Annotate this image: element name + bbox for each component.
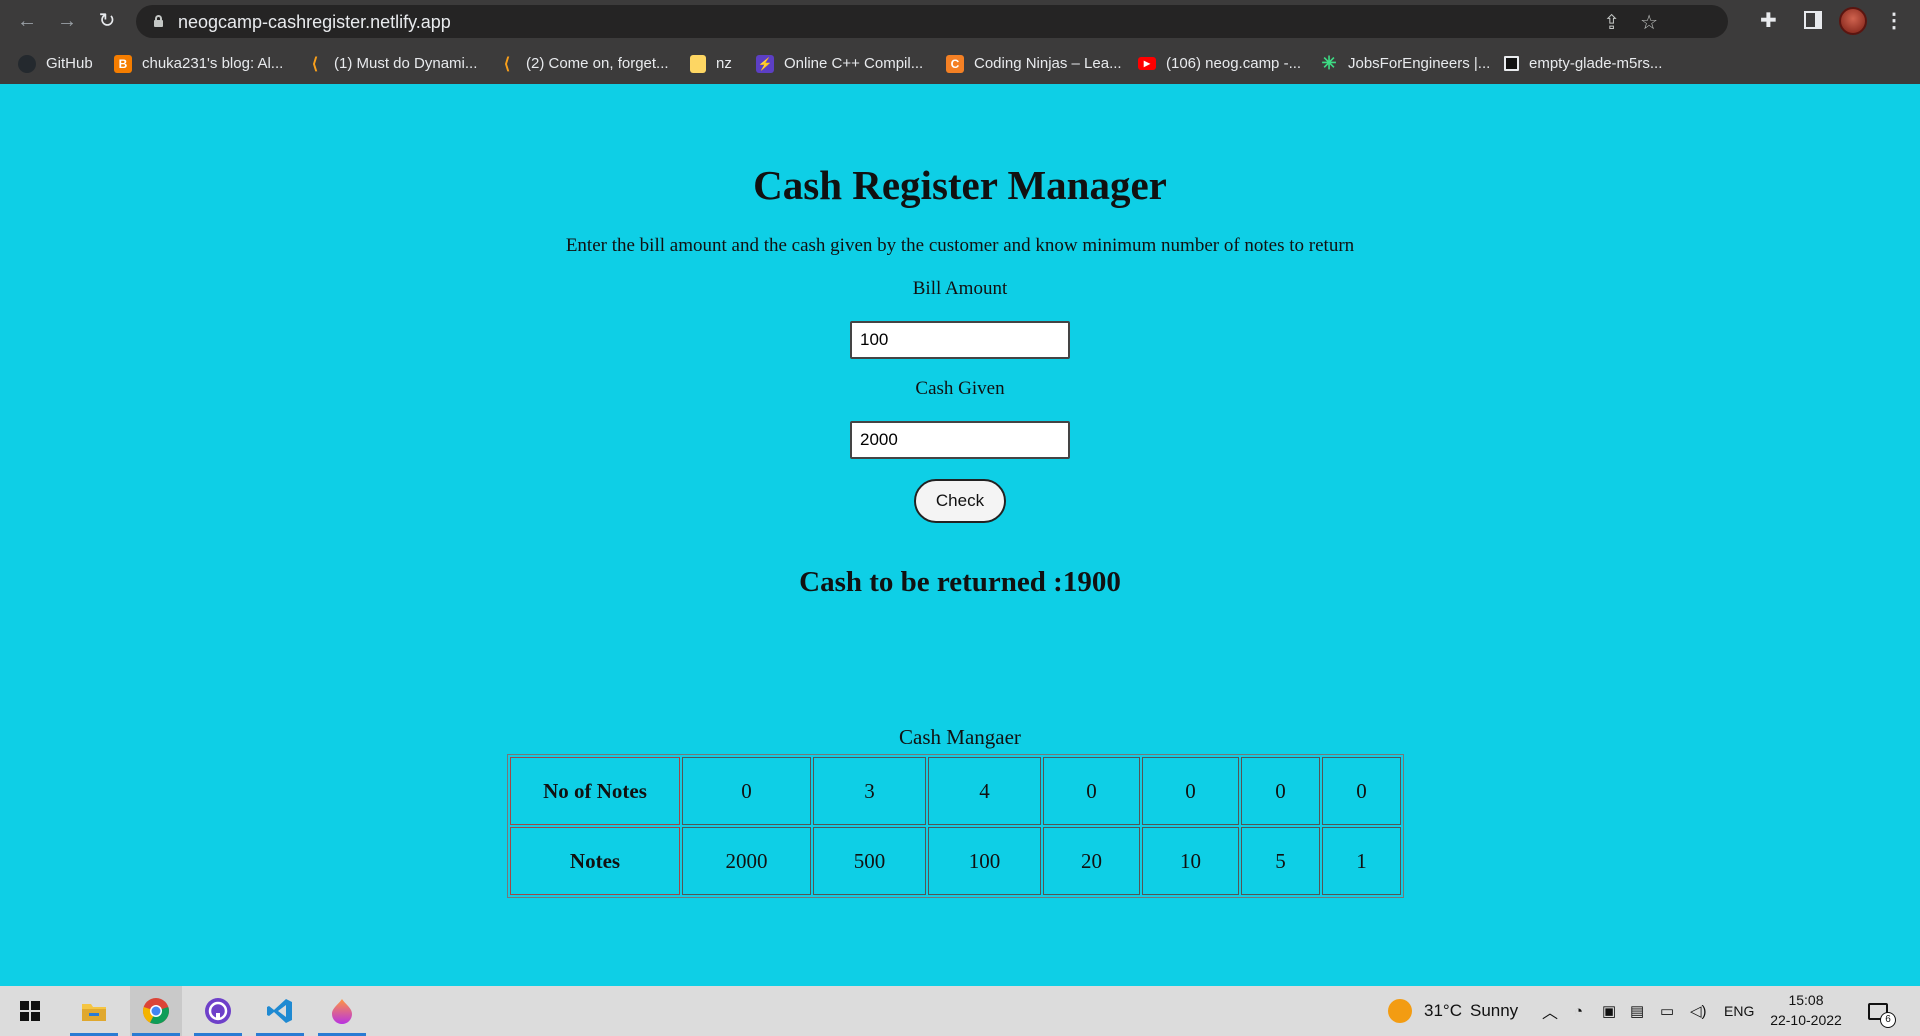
kebab-menu-icon[interactable]: ⋮ [1884,8,1904,34]
youtube-icon: ▶ [1138,57,1156,70]
wifi-icon[interactable]: ◔ [1574,986,1583,1036]
table-cell: 100 [928,827,1041,895]
battery-icon[interactable]: ▭ [1660,986,1674,1036]
table-header-no-of-notes: No of Notes [510,757,680,825]
vscode-icon[interactable] [254,986,306,1036]
clock-date: 22-10-2022 [1770,1012,1842,1028]
bookmark-label: empty-glade-m5rs... [1529,55,1663,72]
weather-temp: 31°C [1424,1001,1462,1020]
table-cell: 4 [928,757,1041,825]
page-content: Cash Register Manager Enter the bill amo… [0,84,1920,986]
table-cell: 20 [1043,827,1140,895]
weather-widget[interactable]: 31°C Sunny [1388,986,1518,1036]
star-icon[interactable]: ☆ [1640,10,1658,35]
table-header-notes: Notes [510,827,680,895]
bookmark-nz-folder[interactable]: nz [690,43,732,84]
bookmark-label: (106) neog.camp -... [1166,55,1302,72]
table-caption: Cash Mangaer [899,725,1021,749]
github-desktop-icon[interactable] [192,986,244,1036]
clock-time: 15:08 [1788,992,1824,1008]
coding-ninjas-icon: C [946,54,964,73]
table-cell: 0 [682,757,811,825]
language-indicator[interactable]: ENG [1724,986,1754,1036]
page-description: Enter the bill amount and the cash given… [565,235,1355,256]
volume-icon[interactable]: ◁) [1690,986,1707,1036]
windows-start-icon[interactable] [4,986,56,1036]
blogger-icon: B [114,54,132,73]
browser-toolbar: ← → ↻ neogcamp-cashregister.netlify.app … [0,0,1920,43]
table-cell: 5 [1241,827,1320,895]
puzzle-icon[interactable]: ✚ [1760,8,1777,34]
table-cell: 1 [1322,827,1401,895]
bookmark-neog-camp[interactable]: ▶ (106) neog.camp -... [1138,43,1301,84]
cash-manager-table: No of Notes 0 3 4 0 0 0 0 Notes 2000 500… [507,754,1404,898]
firefox-icon[interactable] [316,986,368,1036]
meet-now-icon[interactable]: ▣ [1602,986,1616,1036]
bookmark-online-cpp[interactable]: ⚡ Online C++ Compil... [756,43,923,84]
cash-given-input[interactable] [850,421,1070,459]
bookmark-label: (1) Must do Dynami... [334,55,478,72]
table-cell: 500 [813,827,926,895]
bookmark-empty-glade[interactable]: empty-glade-m5rs... [1504,43,1662,84]
cash-returned-label: Cash to be returned : [799,566,1063,598]
cash-returned-value: 1900 [1062,566,1121,598]
bookmark-jobs-for-engineers[interactable]: ✳ JobsForEngineers |... [1320,43,1490,84]
bookmark-github[interactable]: GitHub [18,43,93,84]
cash-returned-output: Cash to be returned :1900 [0,566,1920,599]
bookmark-label: GitHub [46,55,93,72]
weather-text: Sunny [1469,1001,1519,1020]
address-bar[interactable]: neogcamp-cashregister.netlify.app ⇪ ☆ [136,5,1728,38]
bookmark-come-on-forget[interactable]: ⟨ (2) Come on, forget... [498,43,669,84]
bookmark-label: JobsForEngineers |... [1348,55,1491,72]
bolt-icon: ⚡ [756,54,774,73]
table-cell: 0 [1043,757,1140,825]
reload-icon[interactable]: ↻ [94,8,120,34]
leetcode-icon: ⟨ [503,55,511,73]
back-arrow-icon[interactable]: ← [14,8,40,34]
table-cell: 0 [1142,757,1239,825]
bookmarks-bar: GitHub B chuka231's blog: Al... ⟨ (1) Mu… [0,43,1920,84]
bill-amount-label: Bill Amount [912,278,1008,299]
taskbar: 31°C Sunny ︿ ◔ ▣ ▤ ▭ ◁) ENG 15:08 22-10-… [0,986,1920,1036]
bookmark-must-do-dynamic[interactable]: ⟨ (1) Must do Dynami... [306,43,478,84]
file-explorer-icon[interactable] [68,986,120,1036]
display-icon[interactable]: ▤ [1630,986,1644,1036]
sun-icon [1388,999,1412,1023]
check-button[interactable]: Check [914,479,1006,523]
table-cell: 10 [1142,827,1239,895]
url-text[interactable]: neogcamp-cashregister.netlify.app [178,12,451,33]
chrome-icon[interactable] [130,986,182,1036]
bookmark-label: Coding Ninjas – Lea... [974,55,1122,72]
share-icon[interactable]: ⇪ [1603,10,1620,35]
table-cell: 3 [813,757,926,825]
bookmark-label: nz [716,55,732,72]
table-row-notes-count: No of Notes 0 3 4 0 0 0 0 [510,757,1401,825]
system-clock[interactable]: 15:08 22-10-2022 [1756,990,1856,1030]
chevron-up-icon[interactable]: ︿ [1542,986,1558,1036]
notification-count: 6 [1880,1011,1896,1028]
profile-avatar[interactable] [1839,7,1867,35]
side-panel-icon[interactable] [1804,11,1822,29]
table-cell: 0 [1241,757,1320,825]
notification-center-icon[interactable]: 6 [1868,986,1896,1036]
table-cell: 2000 [682,827,811,895]
bookmark-label: (2) Come on, forget... [526,55,669,72]
lock-icon[interactable] [154,15,163,27]
forward-arrow-icon[interactable]: → [54,8,80,34]
folder-icon [690,54,706,73]
bill-amount-input[interactable] [850,321,1070,359]
bookmark-label: Online C++ Compil... [784,55,924,72]
github-icon [18,54,36,73]
page-title: Cash Register Manager [753,162,1167,208]
leetcode-icon: ⟨ [311,55,319,73]
bookmark-label: chuka231's blog: Al... [142,55,284,72]
page-icon [1504,56,1519,71]
leaf-icon: ✳ [1321,53,1337,73]
cash-given-label: Cash Given [915,378,1005,399]
bookmark-coding-ninjas[interactable]: C Coding Ninjas – Lea... [946,43,1122,84]
bookmark-blog[interactable]: B chuka231's blog: Al... [114,43,283,84]
table-row-notes: Notes 2000 500 100 20 10 5 1 [510,827,1401,895]
table-cell: 0 [1322,757,1401,825]
